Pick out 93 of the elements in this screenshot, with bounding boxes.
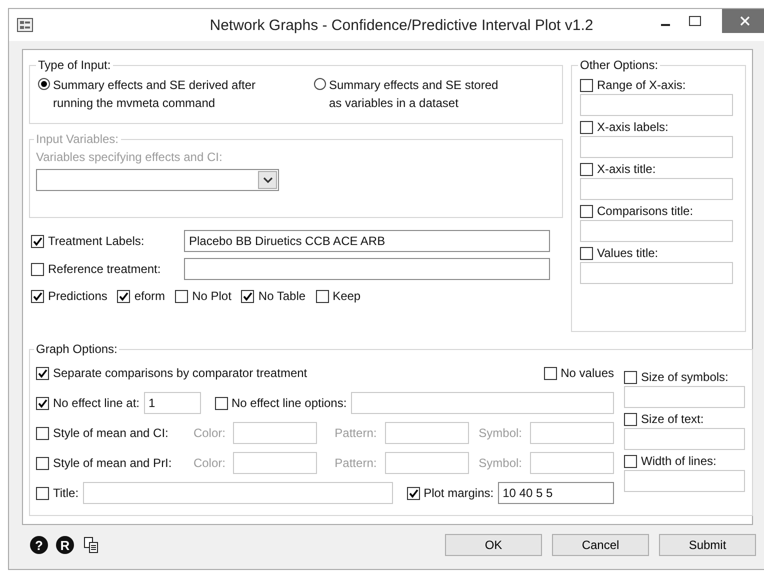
field-label: Color: <box>192 426 226 440</box>
checkbox-label: Keep <box>332 289 361 303</box>
input-field[interactable] <box>233 452 318 474</box>
checkbox[interactable] <box>36 456 49 470</box>
input-field[interactable] <box>580 136 733 158</box>
checkbox-label: X-axis labels: <box>597 120 668 134</box>
checkbox[interactable] <box>580 246 593 260</box>
checkbox[interactable] <box>580 120 593 134</box>
radio-button[interactable] <box>314 78 326 90</box>
field-label: Symbol: <box>478 426 522 440</box>
input-field[interactable] <box>530 422 614 444</box>
field-label: Color: <box>192 456 226 470</box>
close-button[interactable] <box>722 9 764 33</box>
app-icon <box>17 18 33 32</box>
checkbox-label: Size of text: <box>641 412 704 426</box>
checkbox-label: Separate comparisons by comparator treatment <box>53 366 308 380</box>
checkbox[interactable] <box>624 412 637 426</box>
checkbox-label: Title: <box>53 486 79 500</box>
checkbox[interactable] <box>580 204 593 218</box>
close-icon <box>740 16 750 26</box>
input-field[interactable] <box>384 422 469 444</box>
field-label: Pattern: <box>334 456 377 470</box>
checkbox[interactable] <box>624 370 637 384</box>
checkbox-label: No values <box>560 366 614 380</box>
dialog-button[interactable]: Cancel <box>552 534 649 556</box>
checkbox[interactable] <box>31 234 44 248</box>
checkbox-label: Style of mean and PrI: <box>53 456 172 470</box>
radio-button[interactable] <box>38 78 50 90</box>
maximize-icon[interactable] <box>689 16 701 26</box>
checkbox[interactable] <box>36 426 49 440</box>
checkbox-label: Reference treatment: <box>48 262 161 276</box>
checkbox-label: Size of symbols: <box>641 370 728 384</box>
minimize-icon[interactable] <box>660 24 670 26</box>
checkbox[interactable] <box>36 396 49 410</box>
checkbox-label: Values title: <box>597 246 658 260</box>
checkbox-label: eform <box>134 289 166 303</box>
input-field[interactable] <box>580 178 733 200</box>
checkbox[interactable] <box>36 366 49 380</box>
input-field[interactable] <box>580 94 733 116</box>
checkbox-label: Predictions <box>48 289 108 303</box>
group-title: Type of Input: <box>37 58 112 72</box>
checkbox-label: Plot margins: <box>424 486 494 500</box>
checkbox[interactable] <box>406 486 420 500</box>
input-field[interactable] <box>624 386 745 408</box>
group-title: Other Options: <box>579 58 660 72</box>
copy-icon[interactable] <box>82 536 100 554</box>
window-title: Network Graphs - Confidence/Predictive Interval Plot v1.2 <box>208 16 594 34</box>
input-field[interactable]: Placebo BB Diruetics CCB ACE ARB <box>184 230 550 252</box>
input-field[interactable]: 1 <box>144 392 200 414</box>
checkbox-label: No effect line at: <box>53 396 140 410</box>
input-field[interactable] <box>624 428 745 450</box>
field-label: Symbol: <box>478 456 522 470</box>
radio-label: Summary effects and SE stored as variables in a dataset <box>329 77 498 112</box>
input-field[interactable] <box>82 482 393 504</box>
input-field[interactable] <box>580 262 733 284</box>
input-field[interactable] <box>624 470 745 492</box>
checkbox-label: Style of mean and CI: <box>53 426 168 440</box>
checkbox-label: No Plot <box>192 289 232 303</box>
checkbox[interactable] <box>214 396 228 410</box>
checkbox[interactable] <box>31 262 44 276</box>
checkbox[interactable] <box>175 290 188 302</box>
checkbox[interactable] <box>544 366 557 380</box>
checkbox[interactable] <box>624 454 637 468</box>
input-field[interactable] <box>384 452 469 474</box>
input-field[interactable] <box>350 392 614 414</box>
dialog-button[interactable]: OK <box>445 534 542 556</box>
checkbox[interactable] <box>316 290 329 302</box>
field-label: Variables specifying effects and CI: <box>36 150 224 164</box>
group-title: Graph Options: <box>35 342 118 356</box>
checkbox[interactable] <box>580 78 593 92</box>
checkbox-label: No effect line options: <box>232 396 347 410</box>
checkbox-label: Width of lines: <box>641 454 716 468</box>
group-title: Input Variables: <box>35 132 120 146</box>
input-field[interactable] <box>184 258 550 280</box>
checkbox-label: No Table <box>258 289 306 303</box>
checkbox[interactable] <box>36 486 49 500</box>
input-field[interactable]: 10 40 5 5 <box>498 482 614 504</box>
field-label: Pattern: <box>334 426 377 440</box>
checkbox[interactable] <box>580 162 593 176</box>
dialog-button[interactable]: Submit <box>659 534 756 556</box>
radio-label: Summary effects and SE derived after running the mvmeta command <box>53 77 256 112</box>
input-field[interactable] <box>530 452 614 474</box>
checkbox-label: X-axis title: <box>597 162 656 176</box>
toolbar-icon[interactable]: R <box>56 536 74 554</box>
checkbox[interactable] <box>31 290 44 302</box>
checkbox[interactable] <box>117 290 130 302</box>
toolbar-icon[interactable]: ? <box>30 536 48 554</box>
checkbox[interactable] <box>241 290 254 302</box>
checkbox-label: Treatment Labels: <box>48 234 144 248</box>
input-field[interactable] <box>580 220 733 242</box>
checkbox-label: Range of X-axis: <box>597 78 686 92</box>
checkbox-label: Comparisons title: <box>597 204 694 218</box>
input-field[interactable] <box>233 422 318 444</box>
